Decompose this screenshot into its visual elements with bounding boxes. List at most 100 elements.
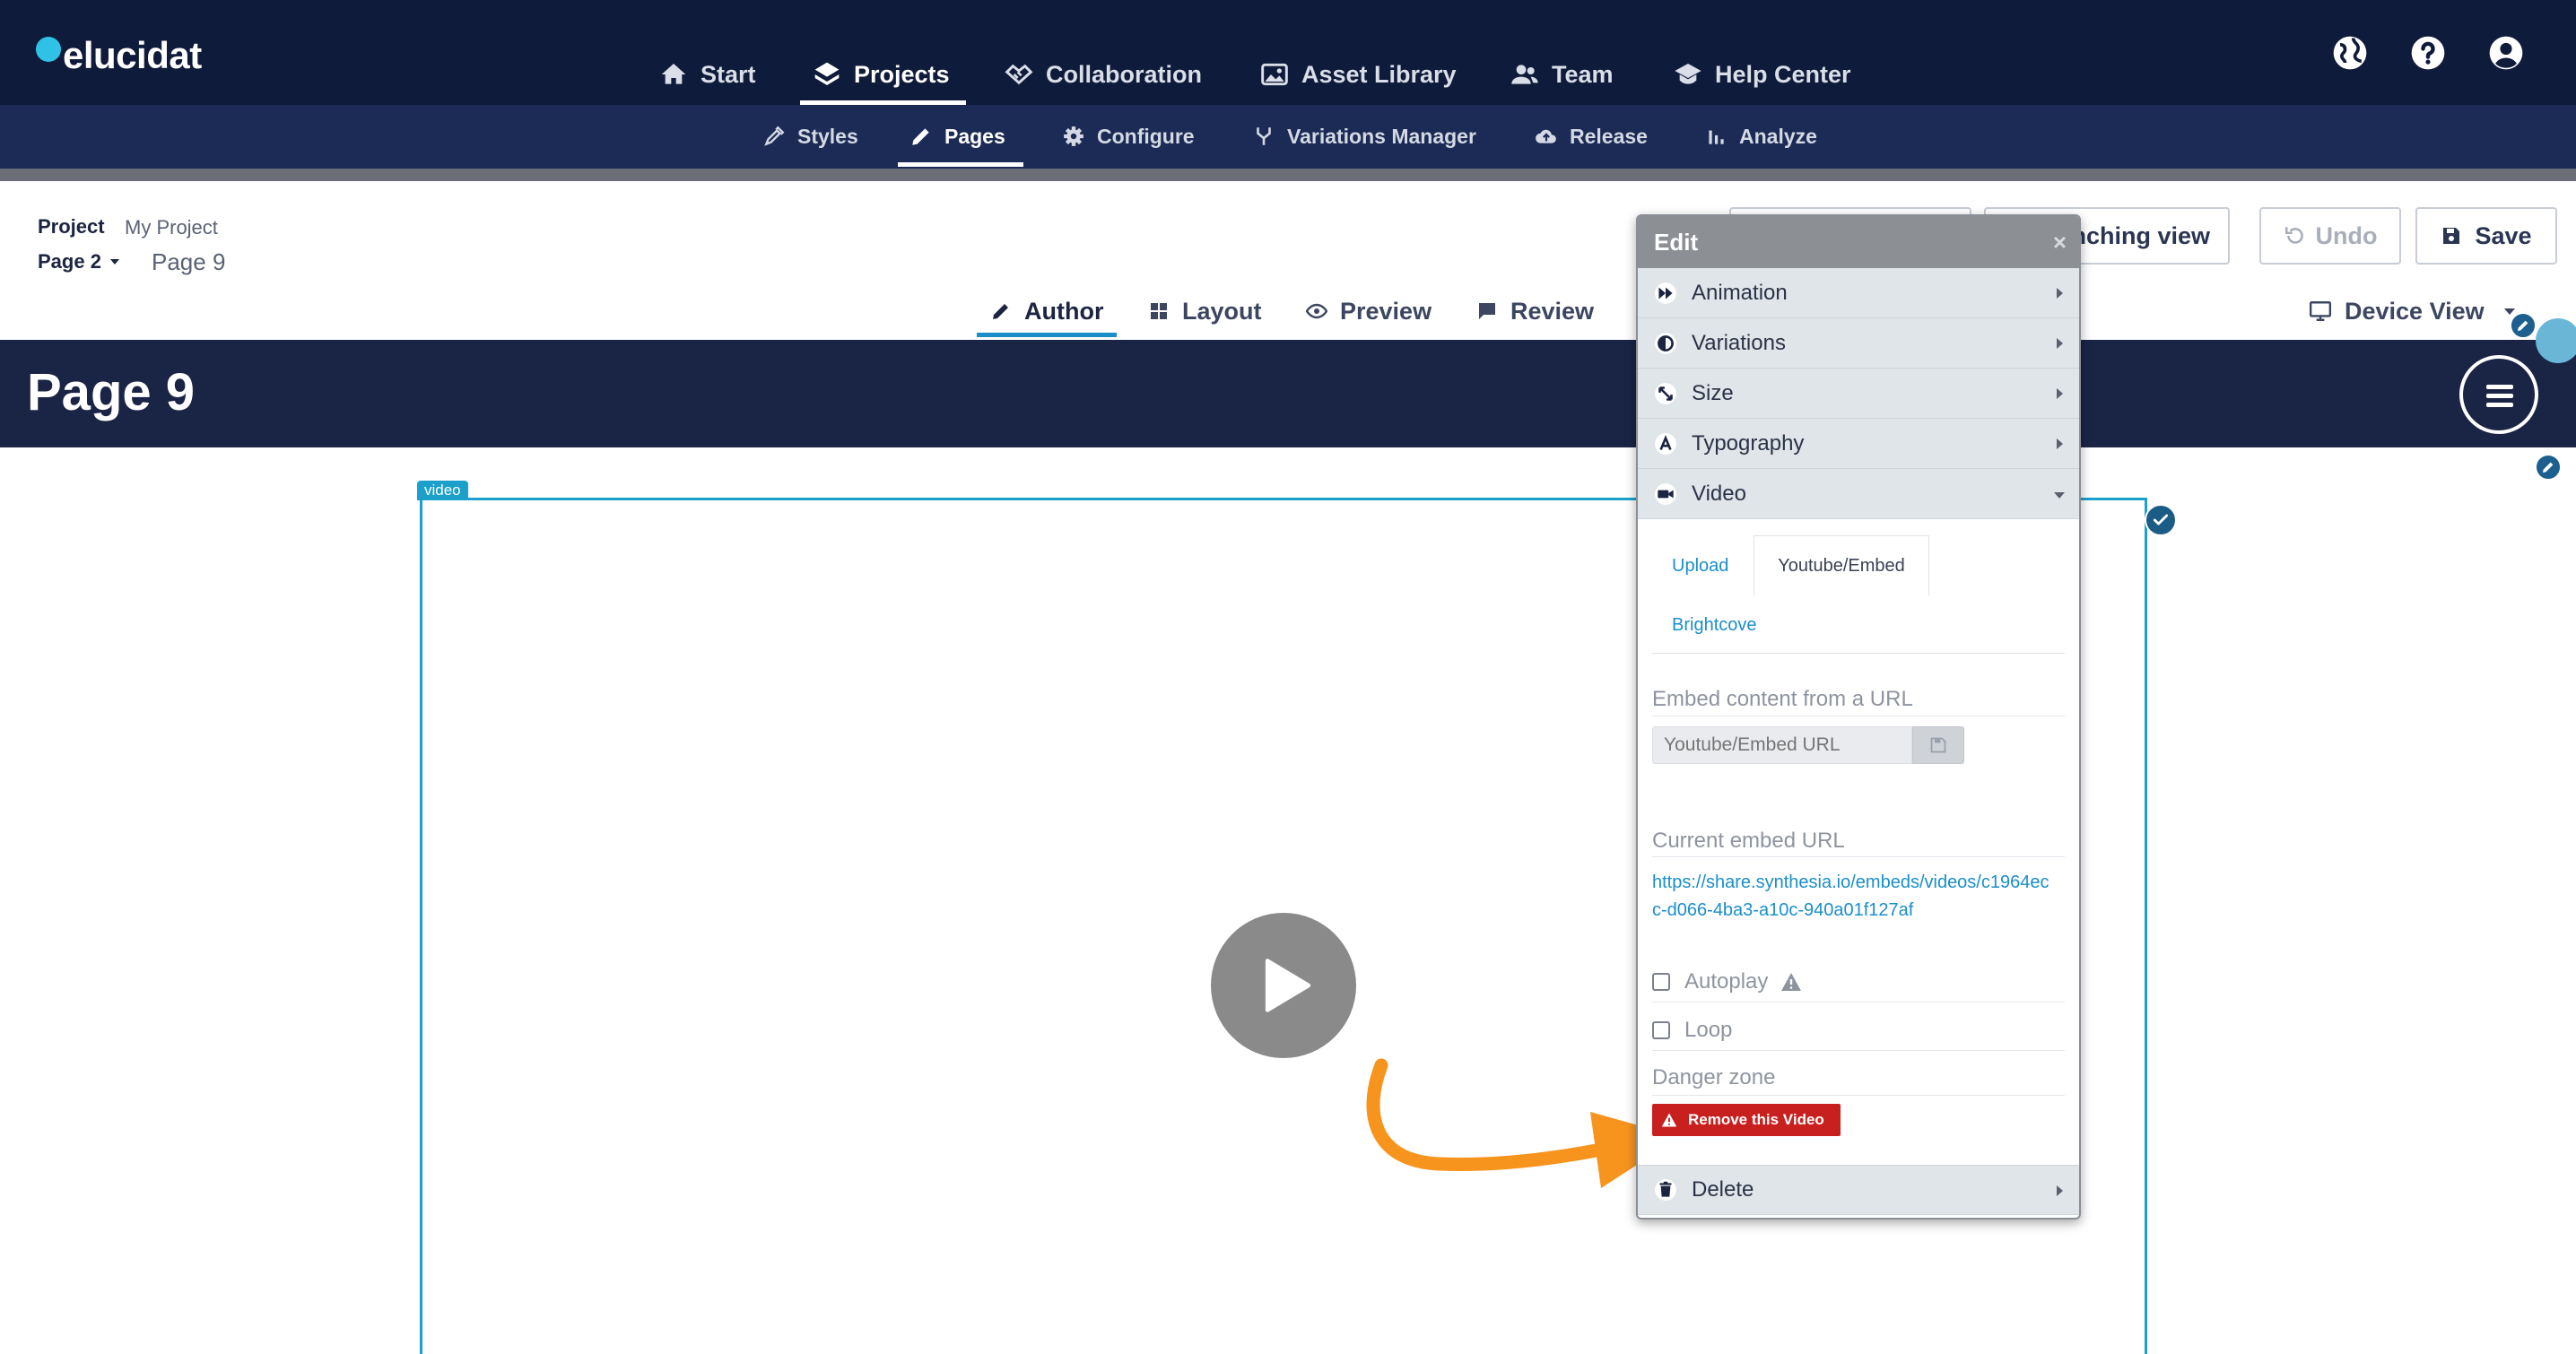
topnav-label: Help Center: [1715, 60, 1851, 88]
subnav-analyze[interactable]: Analyze: [1704, 118, 1817, 154]
elucidat-logo[interactable]: elucidat: [36, 29, 202, 82]
embed-section-label: Embed content from a URL: [1652, 687, 1913, 711]
page-selector-label: Page 2: [38, 250, 101, 273]
tab-review[interactable]: Review: [1476, 293, 1594, 329]
loop-checkbox[interactable]: [1652, 1021, 1670, 1039]
page-title[interactable]: Page 9: [27, 362, 195, 422]
topnav-collaboration[interactable]: Collaboration: [1005, 52, 1202, 97]
graduation-cap-icon: [1675, 64, 1701, 84]
pencil-icon: [2518, 320, 2528, 331]
user-circle-icon[interactable]: [2486, 33, 2526, 73]
embed-url-input[interactable]: [1652, 726, 1912, 764]
chevron-right-icon: [2057, 438, 2063, 449]
edit-row-delete[interactable]: Delete: [1638, 1165, 2079, 1215]
page-menu-button[interactable]: [2459, 355, 2538, 434]
topnav-label: Asset Library: [1301, 60, 1457, 88]
video-camera-icon: [1655, 482, 1676, 505]
pencil-icon: [993, 304, 1008, 319]
cloud-upload-icon: [1536, 129, 1556, 143]
tab-upload[interactable]: Upload: [1672, 556, 1728, 577]
loop-label: Loop: [1684, 1018, 1733, 1042]
subnav-styles[interactable]: Styles: [762, 118, 858, 154]
current-embed-label: Current embed URL: [1652, 829, 1845, 853]
remove-video-button[interactable]: Remove this Video: [1652, 1104, 1841, 1136]
video-play-button[interactable]: [1211, 913, 1356, 1058]
edit-row-variations[interactable]: Variations: [1638, 318, 2079, 369]
play-icon: [1265, 959, 1311, 1012]
subnav-label: Pages: [944, 124, 1005, 148]
hamburger-bar: [2486, 394, 2513, 398]
check-icon[interactable]: [2145, 504, 2177, 536]
warning-icon[interactable]: [1780, 972, 1802, 992]
edit-pencil-icon[interactable]: [2535, 454, 2562, 481]
edit-row-video[interactable]: Video: [1638, 469, 2079, 519]
current-embed-url-link[interactable]: https://share.synthesia.io/embeds/videos…: [1652, 869, 2056, 924]
edit-panel-title: Edit: [1654, 228, 1699, 256]
subnav-pages[interactable]: Pages: [909, 118, 1005, 154]
autoplay-checkbox[interactable]: [1652, 973, 1670, 991]
autoplay-checkbox-row[interactable]: Autoplay: [1652, 968, 1802, 995]
font-icon: [1655, 432, 1676, 455]
divider: [1652, 1050, 2065, 1051]
edit-row-label: Delete: [1692, 1177, 1754, 1202]
edit-row-animation[interactable]: Animation: [1638, 268, 2079, 318]
edit-panel: Edit × Animation Variations Size Typogra…: [1636, 214, 2081, 1219]
users-icon: [1511, 65, 1538, 84]
tab-author[interactable]: Author: [990, 293, 1103, 329]
tab-layout[interactable]: Layout: [1148, 293, 1262, 329]
annotation-arrow-icon: [1366, 1058, 1680, 1188]
tab-brightcove[interactable]: Brightcove: [1672, 615, 1757, 636]
eye-icon: [1306, 303, 1327, 319]
save-label: Save: [2475, 221, 2532, 249]
tab-youtube-embed[interactable]: Youtube/Embed: [1754, 535, 1929, 596]
hamburger-menu-icon: [2486, 385, 2513, 389]
side-panel-handle[interactable]: [2536, 318, 2576, 363]
tab-preview[interactable]: Preview: [1306, 293, 1432, 329]
edit-row-label: Size: [1692, 380, 1734, 405]
current-page-name: Page 9: [152, 248, 226, 275]
branch-icon: [1257, 127, 1271, 145]
undo-label: Undo: [2315, 221, 2378, 249]
divider: [0, 169, 2576, 181]
bar-chart-icon: [1709, 130, 1724, 144]
topnav-label: Collaboration: [1046, 60, 1202, 88]
subnav-configure[interactable]: Configure: [1062, 118, 1195, 154]
grid-icon: [1151, 303, 1167, 319]
page-selector[interactable]: Page 2: [38, 250, 119, 273]
tab-active-indicator: [977, 333, 1117, 337]
edit-row-label: Video: [1692, 481, 1746, 506]
handshake-icon: [1005, 64, 1033, 85]
device-view-dropdown[interactable]: Device View: [2309, 293, 2515, 329]
tab-label: Layout: [1182, 297, 1262, 325]
edit-row-typography[interactable]: Typography: [1638, 419, 2079, 469]
embed-save-button[interactable]: [1912, 726, 1964, 764]
edit-row-size[interactable]: Size: [1638, 369, 2079, 419]
edit-pencil-icon[interactable]: [2510, 312, 2537, 339]
chevron-right-icon: [2057, 388, 2063, 399]
subnav-variations-manager[interactable]: Variations Manager: [1252, 118, 1476, 154]
topnav-team[interactable]: Team: [1510, 52, 1614, 97]
topnav-help-center[interactable]: Help Center: [1674, 52, 1851, 97]
topnav-projects[interactable]: Projects: [813, 52, 950, 97]
topnav-asset-library[interactable]: Asset Library: [1260, 52, 1457, 97]
globe-icon[interactable]: [2330, 33, 2370, 73]
divider: [1652, 1095, 2065, 1096]
logo-dot-icon: [36, 37, 61, 62]
topnav-label: Projects: [854, 60, 950, 88]
images-icon: [1261, 63, 1288, 86]
undo-icon: [2284, 227, 2303, 244]
warning-icon: [1661, 1113, 1677, 1127]
undo-button[interactable]: Undo: [2259, 207, 2401, 265]
loop-checkbox-row[interactable]: Loop: [1652, 1017, 1732, 1044]
save-button[interactable]: Save: [2415, 207, 2557, 265]
launch-view-label: nching view: [2071, 221, 2210, 249]
chevron-right-icon: [2057, 1185, 2063, 1196]
project-name-link[interactable]: My Project: [125, 216, 218, 239]
help-icon[interactable]: [2408, 33, 2448, 73]
danger-zone-label: Danger zone: [1652, 1065, 1776, 1089]
tab-label: Review: [1510, 297, 1595, 325]
topnav-start[interactable]: Start: [659, 52, 756, 97]
fast-forward-icon: [1655, 282, 1676, 304]
close-icon[interactable]: ×: [2053, 230, 2067, 254]
subnav-release[interactable]: Release: [1535, 118, 1648, 154]
